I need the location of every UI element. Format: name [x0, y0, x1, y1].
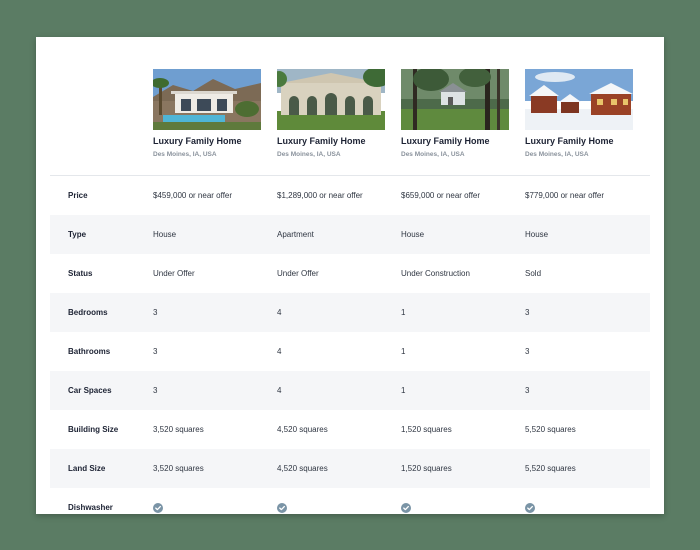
row-label: Type [68, 230, 87, 239]
modern-villa-photo[interactable] [153, 69, 261, 130]
listing-header-row: Luxury Family Home Des Moines, IA, USA L… [50, 51, 650, 176]
table-cell: 3 [525, 347, 530, 356]
table-row: Price $459,000 or near offer $1,289,000 … [50, 176, 650, 215]
row-label: Dishwasher [68, 503, 113, 512]
table-cell: Under Construction [401, 269, 470, 278]
listing-location: Des Moines, IA, USA [153, 151, 217, 158]
table-row: Bathrooms 3 4 1 3 [50, 332, 650, 371]
table-cell: Under Offer [153, 269, 195, 278]
table-cell: 1 [401, 386, 406, 395]
table-cell: 5,520 squares [525, 425, 576, 434]
table-row: Type House Apartment House House [50, 215, 650, 254]
table-cell: House [401, 230, 425, 239]
row-label: Land Size [68, 464, 106, 473]
table-cell: 3 [153, 347, 158, 356]
listing-column-3[interactable]: Luxury Family Home Des Moines, IA, USA [401, 69, 511, 159]
table-cell: 1 [401, 308, 406, 317]
table-row: Land Size 3,520 squares 4,520 squares 1,… [50, 449, 650, 488]
check-circle-icon [277, 503, 287, 513]
snow-chalet-photo[interactable] [525, 69, 633, 130]
table-cell: 4 [277, 347, 282, 356]
table-cell: $659,000 or near offer [401, 191, 481, 200]
listing-title[interactable]: Luxury Family Home [525, 135, 635, 147]
row-label: Car Spaces [68, 386, 112, 395]
arched-mansion-photo[interactable] [277, 69, 385, 130]
check-circle-icon [153, 503, 163, 513]
forest-cabin-photo[interactable] [401, 69, 509, 130]
listing-location: Des Moines, IA, USA [525, 151, 589, 158]
table-cell: 4 [277, 308, 282, 317]
row-label: Price [68, 191, 88, 200]
row-label: Status [68, 269, 93, 278]
table-cell: 3,520 squares [153, 464, 204, 473]
listing-location: Des Moines, IA, USA [401, 151, 465, 158]
table-row: Building Size 3,520 squares 4,520 square… [50, 410, 650, 449]
table-cell: 3,520 squares [153, 425, 204, 434]
table-row: Bedrooms 3 4 1 3 [50, 293, 650, 332]
table-cell: 1 [401, 347, 406, 356]
table-cell: House [153, 230, 177, 239]
table-cell: 3 [153, 386, 158, 395]
listing-title[interactable]: Luxury Family Home [277, 135, 387, 147]
table-cell: 3 [153, 308, 158, 317]
table-cell: 1,520 squares [401, 464, 452, 473]
table-cell: 4,520 squares [277, 425, 328, 434]
row-label: Bathrooms [68, 347, 111, 356]
listing-column-2[interactable]: Luxury Family Home Des Moines, IA, USA [277, 69, 387, 159]
table-cell: 4,520 squares [277, 464, 328, 473]
row-label: Building Size [68, 425, 119, 434]
table-row: Status Under Offer Under Offer Under Con… [50, 254, 650, 293]
table-row: Car Spaces 3 4 1 3 [50, 371, 650, 410]
listing-location: Des Moines, IA, USA [277, 151, 341, 158]
table-cell: 5,520 squares [525, 464, 576, 473]
row-label: Bedrooms [68, 308, 108, 317]
listing-column-1[interactable]: Luxury Family Home Des Moines, IA, USA [153, 69, 263, 159]
listing-title[interactable]: Luxury Family Home [401, 135, 511, 147]
comparison-table: Luxury Family Home Des Moines, IA, USA L… [50, 51, 650, 514]
listing-column-4[interactable]: Luxury Family Home Des Moines, IA, USA [525, 69, 635, 159]
table-cell: Sold [525, 269, 542, 278]
table-cell: $779,000 or near offer [525, 191, 605, 200]
check-circle-icon [525, 503, 535, 513]
table-cell: $1,289,000 or near offer [277, 191, 363, 200]
table-cell: $459,000 or near offer [153, 191, 233, 200]
table-cell: 3 [525, 386, 530, 395]
comparison-card: Luxury Family Home Des Moines, IA, USA L… [36, 37, 664, 514]
check-circle-icon [401, 503, 411, 513]
listing-title[interactable]: Luxury Family Home [153, 135, 263, 147]
table-row: Dishwasher [50, 488, 650, 514]
table-cell: House [525, 230, 549, 239]
table-cell: Apartment [277, 230, 314, 239]
table-cell: 3 [525, 308, 530, 317]
table-cell: Under Offer [277, 269, 319, 278]
table-cell: 1,520 squares [401, 425, 452, 434]
table-cell: 4 [277, 386, 282, 395]
